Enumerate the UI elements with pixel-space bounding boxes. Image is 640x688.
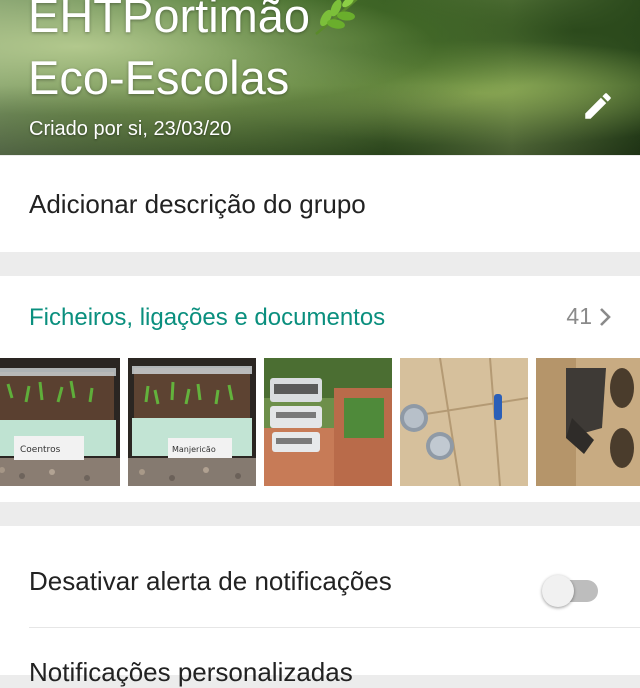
divider xyxy=(29,627,640,628)
group-header: EHTPortimão Eco-Escolas Criado por si, 2… xyxy=(0,0,640,155)
thumbnail-label-coentros: Coentros xyxy=(20,445,61,455)
media-thumbnail-cans[interactable] xyxy=(400,358,528,486)
group-name-line2: Eco-Escolas xyxy=(28,51,290,104)
media-count-link[interactable]: 41 xyxy=(566,303,612,330)
media-card: Ficheiros, ligações e documentos 41 Coen… xyxy=(0,276,640,502)
created-info: Criado por si, 23/03/20 xyxy=(29,118,232,140)
media-thumbnails: Coentros Manjericão xyxy=(0,358,640,486)
group-description-card[interactable]: Adicionar descrição do grupo xyxy=(0,156,640,252)
group-name-text1: EHTPortimão xyxy=(28,0,311,42)
add-description-label: Adicionar descrição do grupo xyxy=(29,189,366,219)
media-thumbnail-containers[interactable] xyxy=(264,358,392,486)
toggle-knob xyxy=(542,575,574,607)
mute-notifications-label[interactable]: Desativar alerta de notificações xyxy=(29,566,392,597)
thumbnail-label-manjericao: Manjericão xyxy=(172,445,216,454)
herb-leaf-icon xyxy=(312,0,364,50)
media-thumbnail-manjericao[interactable]: Manjericão xyxy=(128,358,256,486)
notifications-card: Desativar alerta de notificações Notific… xyxy=(0,526,640,687)
edit-group-button[interactable] xyxy=(580,88,616,124)
media-thumbnail-tube[interactable] xyxy=(536,358,640,486)
group-name-line1: EHTPortimão xyxy=(28,0,588,50)
mute-notifications-toggle[interactable] xyxy=(542,575,598,607)
custom-notifications-label[interactable]: Notificações personalizadas xyxy=(29,657,353,688)
media-section-title[interactable]: Ficheiros, ligações e documentos xyxy=(29,304,385,332)
chevron-right-icon xyxy=(600,307,611,326)
pencil-icon xyxy=(585,93,611,119)
media-thumbnail-coentros[interactable]: Coentros xyxy=(0,358,120,486)
media-count: 41 xyxy=(566,303,592,329)
group-name[interactable]: EHTPortimão Eco-Escolas xyxy=(28,0,588,106)
